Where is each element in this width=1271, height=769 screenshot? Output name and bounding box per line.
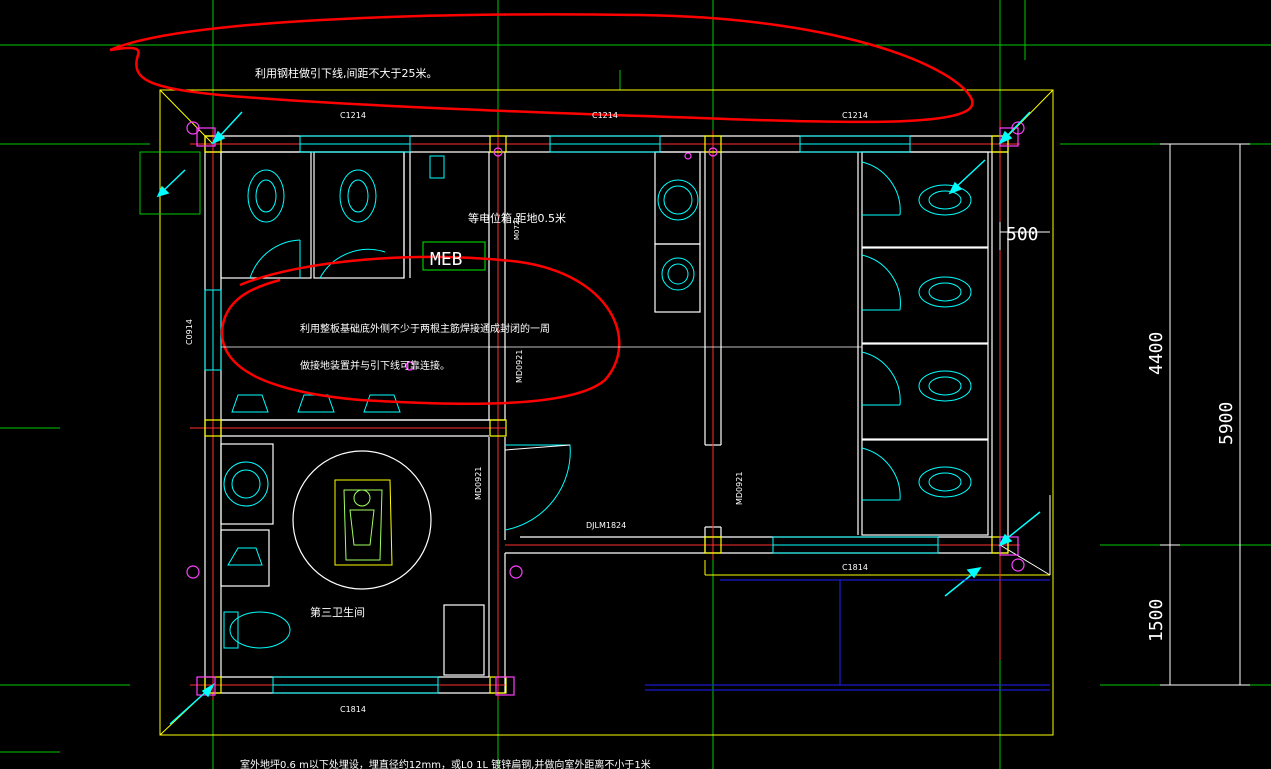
window-label-c1814-right: C1814 — [842, 563, 868, 572]
window-label-c1214-c: C1214 — [842, 111, 868, 120]
mid-note-line2: 做接地装置并与引下线可靠连接。 — [300, 359, 450, 372]
window-label-c1214-a: C1214 — [340, 111, 366, 120]
site-lines — [645, 579, 1050, 691]
markup-ellipses — [109, 13, 974, 406]
window-label-c0914: C0914 — [185, 319, 194, 345]
door-label-md0921-b: MD0921 — [474, 467, 483, 500]
dim-4400: 4400 — [1146, 332, 1167, 375]
meb-label: MEB — [430, 249, 463, 270]
dim-5900: 5900 — [1216, 402, 1237, 445]
fixtures — [223, 155, 972, 649]
top-note-text: 利用钢柱做引下线,间距不大于25米。 — [255, 66, 438, 80]
bottom-note-text: 室外地坪0.6 m以下处埋设，埋直径约12mm，或L0 1L 镀锌扁钢,并做向室… — [240, 758, 651, 769]
door-label-m0721: M0721 — [513, 216, 521, 240]
dim-1500: 1500 — [1146, 599, 1167, 642]
wheelchair-icon — [292, 450, 432, 590]
door-label-md0921-a: MD0921 — [515, 350, 524, 383]
window-label-c1214-b: C1214 — [592, 111, 618, 120]
window-label-c1814-bottom: C1814 — [340, 705, 366, 714]
door-label-djlm: DJLM1824 — [586, 521, 626, 530]
door-label-md0921-c: MD0921 — [735, 472, 744, 505]
room-name: 第三卫生间 — [310, 605, 365, 619]
mid-note-line1: 利用整板基础底外侧不少于两根主筋焊接通成封闭的一周 — [300, 322, 550, 335]
annotation-texts: 利用钢柱做引下线,间距不大于25米。 等电位箱,距地0.5米 MEB 利用整板基… — [185, 66, 1237, 769]
dim-500: 500 — [1006, 224, 1039, 245]
building-outline — [139, 89, 1054, 736]
cad-drawing-canvas[interactable]: 利用钢柱做引下线,间距不大于25米。 等电位箱,距地0.5米 MEB 利用整板基… — [0, 0, 1271, 769]
